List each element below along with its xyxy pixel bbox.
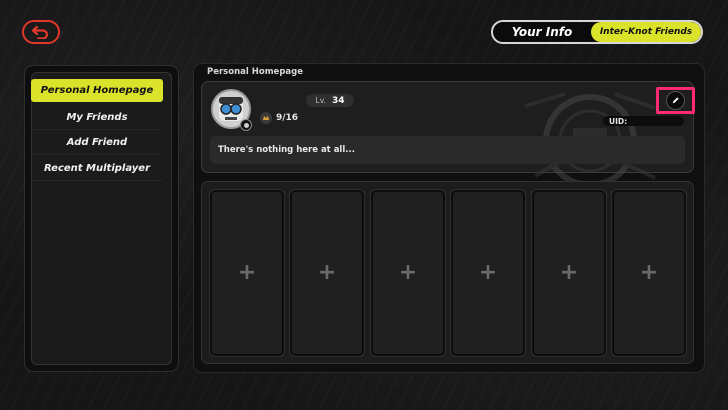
back-arrow-icon — [31, 25, 49, 39]
pencil-icon — [666, 91, 685, 110]
plus-icon: + — [317, 260, 337, 285]
medal-icon — [260, 112, 272, 124]
showcase-slot-6[interactable]: + — [611, 189, 687, 357]
bio-text: There's nothing here at all... — [210, 136, 685, 164]
top-tab-bar: Your Info Inter-Knot Friends — [491, 20, 703, 44]
badge-count: 9/16 — [276, 113, 299, 123]
edit-profile-button[interactable] — [656, 87, 695, 114]
tab-your-info[interactable]: Your Info — [493, 22, 591, 42]
level-prefix: Lv. — [315, 96, 326, 105]
sidebar-item-recent-multiplayer[interactable]: Recent Multiplayer — [31, 157, 163, 181]
showcase-slot-3[interactable]: + — [370, 189, 446, 357]
sidebar-item-add-friend[interactable]: Add Friend — [31, 131, 163, 155]
plus-icon: + — [559, 260, 579, 285]
level-indicator: Lv. 34 — [306, 94, 354, 107]
level-value: 34 — [331, 95, 345, 106]
sidebar-item-my-friends[interactable]: My Friends — [31, 106, 163, 130]
avatar-status-icon — [240, 119, 252, 131]
section-title: Personal Homepage — [207, 67, 303, 77]
tab-inter-knot-friends[interactable]: Inter-Knot Friends — [591, 22, 701, 42]
back-button[interactable] — [22, 20, 60, 44]
showcase-slot-2[interactable]: + — [289, 189, 365, 357]
plus-icon: + — [478, 260, 498, 285]
showcase-slot-4[interactable]: + — [450, 189, 526, 357]
showcase-slot-1[interactable]: + — [209, 189, 285, 357]
uid-field: UID: — [603, 116, 684, 126]
plus-icon: + — [237, 260, 257, 285]
sidebar-panel: Personal Homepage My Friends Add Friend … — [24, 65, 179, 372]
showcase-slot-5[interactable]: + — [531, 189, 607, 357]
sidebar-item-personal-homepage[interactable]: Personal Homepage — [31, 79, 163, 102]
plus-icon: + — [398, 260, 418, 285]
badge-progress: 9/16 — [260, 112, 298, 124]
plus-icon: + — [639, 260, 659, 285]
